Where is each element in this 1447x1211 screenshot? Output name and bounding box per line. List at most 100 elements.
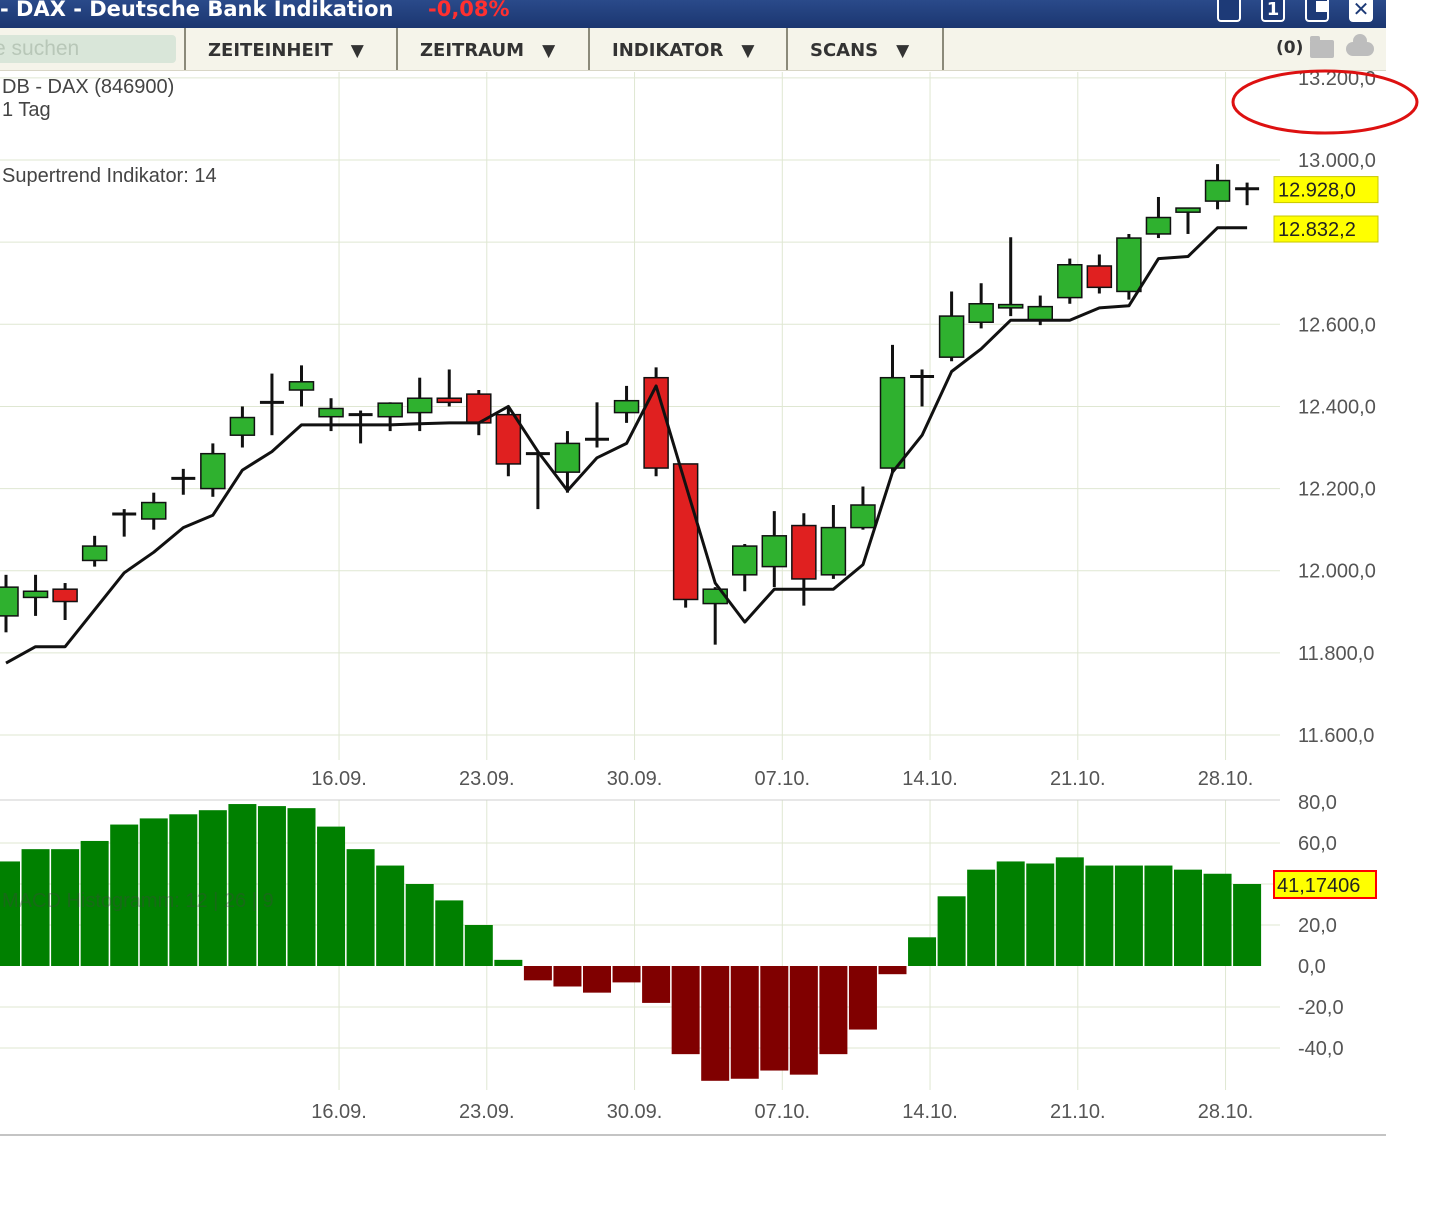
candle <box>969 283 993 328</box>
macd-y-tick-label: 80,0 <box>1298 792 1337 814</box>
macd-y-tick-label: -40,0 <box>1298 1038 1344 1060</box>
candle-body <box>83 546 107 560</box>
x-tick-label: 07.10. <box>754 768 810 790</box>
macd-bar <box>1174 870 1202 966</box>
y-tick-label: 12.600,0 <box>1298 314 1376 336</box>
macd-bar <box>819 966 847 1054</box>
candle-body <box>940 316 964 357</box>
macd-x-tick-label: 23.09. <box>459 1101 515 1123</box>
macd-bars <box>0 804 1261 1081</box>
candle-body <box>1117 238 1141 291</box>
macd-bar <box>672 966 700 1054</box>
macd-bar <box>1085 866 1113 966</box>
candle <box>142 493 166 530</box>
macd-label: MACD Histogramm: 12 | 26 | 9 <box>2 890 274 912</box>
macd-bar <box>347 849 375 966</box>
x-tick-label: 30.09. <box>607 768 663 790</box>
macd-bar <box>317 827 345 966</box>
timeframe-label: 1 Tag <box>2 99 51 121</box>
macd-bar <box>701 966 729 1081</box>
chart-canvas[interactable]: 13.200,013.000,012.600,012.400,012.200,0… <box>0 0 1447 1211</box>
candle <box>1087 254 1111 293</box>
indicator-label: Supertrend Indikator: 14 <box>2 165 217 187</box>
candle-body <box>851 505 875 528</box>
candle-body <box>792 526 816 579</box>
price-tags: 12.928,0 12.832,2 41,17406 <box>1274 177 1378 898</box>
price-tag: 12.832,2 <box>1274 216 1378 242</box>
macd-bar <box>583 966 611 993</box>
macd-bar <box>258 806 286 966</box>
y-tick-label: 12.400,0 <box>1298 396 1376 418</box>
candle <box>940 291 964 361</box>
candle-body <box>319 408 343 416</box>
y-tick-label: 13.000,0 <box>1298 150 1376 172</box>
candle <box>1176 208 1200 234</box>
candle-body <box>0 587 18 616</box>
macd-bar <box>199 810 227 966</box>
candle-body <box>733 546 757 575</box>
candle-body <box>999 305 1023 308</box>
macd-x-tick-label: 14.10. <box>902 1101 958 1123</box>
x-tick-label: 23.09. <box>459 768 515 790</box>
candle <box>733 544 757 591</box>
macd-y-tick-label: 20,0 <box>1298 915 1337 937</box>
candle-body <box>53 589 77 601</box>
candle <box>1146 197 1170 238</box>
y-tick-label: 11.800,0 <box>1298 643 1374 665</box>
candle <box>644 367 668 476</box>
candle-body <box>496 415 520 464</box>
macd-bar <box>760 966 788 1071</box>
candle <box>230 406 254 447</box>
candle <box>851 487 875 530</box>
macd-bar <box>613 966 641 982</box>
macd-value-tag: 41,17406 <box>1274 871 1376 898</box>
candle-body <box>437 398 461 402</box>
macd-x-tick-label: 07.10. <box>754 1101 810 1123</box>
macd-x-tick-label: 21.10. <box>1050 1101 1106 1123</box>
macd-y-tick-label: 0,0 <box>1298 956 1326 978</box>
macd-bar <box>228 804 256 966</box>
candle-body <box>1146 218 1170 234</box>
candle-body <box>1206 181 1230 202</box>
candle-body <box>230 418 254 436</box>
candle <box>1058 259 1082 304</box>
candle <box>0 575 18 632</box>
macd-y-tick-label: 60,0 <box>1298 833 1337 855</box>
candle <box>83 536 107 567</box>
candle-body <box>1176 208 1200 212</box>
candle-body <box>142 503 166 519</box>
candle <box>53 583 77 620</box>
candle <box>999 237 1023 316</box>
instrument-label: DB - DAX (846900) <box>2 76 174 98</box>
candle <box>171 469 195 495</box>
candle-body <box>201 454 225 489</box>
candle-body <box>881 378 905 468</box>
candle-body <box>644 378 668 468</box>
candle <box>201 443 225 496</box>
macd-bar <box>1233 884 1261 966</box>
candle-body <box>555 443 579 472</box>
candle <box>349 411 373 444</box>
candle-body <box>615 401 639 413</box>
price-tag-value: 12.928,0 <box>1278 180 1356 202</box>
macd-bar <box>1204 874 1232 966</box>
candle-body <box>969 304 993 322</box>
macd-value-text: 41,17406 <box>1277 875 1360 897</box>
price-tag: 12.928,0 <box>1274 177 1378 203</box>
macd-bar <box>849 966 877 1030</box>
candle <box>792 513 816 605</box>
macd-bar <box>1115 866 1143 966</box>
candles <box>0 164 1259 645</box>
candle <box>585 402 609 447</box>
candle <box>24 575 48 616</box>
candle <box>112 509 136 537</box>
macd-bar <box>553 966 581 987</box>
price-tag-value: 12.832,2 <box>1278 219 1356 241</box>
candle <box>881 345 905 472</box>
macd-x-tick-label: 30.09. <box>607 1101 663 1123</box>
macd-bar <box>524 966 552 980</box>
x-tick-label: 21.10. <box>1050 768 1106 790</box>
y-tick-label: 12.000,0 <box>1298 561 1376 583</box>
macd-bar <box>494 960 522 966</box>
candle-body <box>1058 265 1082 298</box>
